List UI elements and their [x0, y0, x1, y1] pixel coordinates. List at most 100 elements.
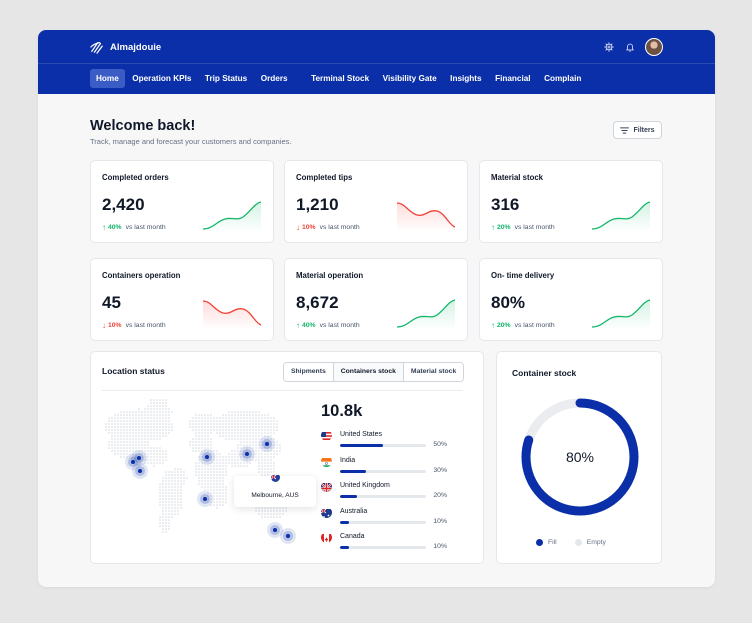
kpi-sparkline — [202, 201, 262, 232]
kpi-card[interactable]: Completed orders 2,420 ↑ 40% vs last mon… — [90, 160, 274, 243]
kpi-change-percent: 20% — [497, 322, 511, 329]
legend-empty: Empty — [574, 539, 606, 546]
gear-icon[interactable] — [603, 42, 614, 53]
map-location-marker[interactable] — [197, 491, 213, 507]
kpi-change: ↓ 10% vs last month — [296, 223, 360, 232]
location-tab-group: Shipments Containers stock Material stock — [283, 362, 465, 382]
legend-fill-swatch — [536, 539, 543, 546]
donut-percent-label: 80% — [566, 449, 594, 465]
filters-button[interactable]: Filters — [613, 121, 662, 139]
brand-logo[interactable]: Almajdouie — [90, 40, 161, 54]
sparkline-area — [592, 202, 650, 232]
kpi-compare-label: vs last month — [514, 322, 555, 329]
kpi-change: ↑ 40% vs last month — [102, 223, 166, 232]
container-stock-title: Container stock — [512, 368, 577, 378]
tab-material-stock[interactable]: Material stock — [403, 363, 464, 381]
filters-label: Filters — [633, 126, 655, 134]
location-status-card: Location status Shipments Containers stoc… — [90, 351, 484, 564]
kpi-sparkline — [202, 300, 262, 330]
map-location-marker[interactable] — [199, 449, 215, 465]
kpi-sparkline — [396, 202, 456, 232]
kpi-compare-label: vs last month — [319, 322, 360, 329]
canada-flag-icon — [321, 532, 332, 544]
main-nav: Home Operation KPIs Trip Status Orders Termi… — [90, 69, 589, 88]
bell-icon[interactable] — [624, 42, 635, 53]
arrow-down-icon: ↓ — [296, 223, 300, 232]
kpi-sparkline — [396, 299, 456, 330]
tab-financial[interactable]: Financial — [489, 69, 537, 88]
arrow-up-icon: ↑ — [491, 321, 495, 330]
logo-icon — [90, 42, 103, 54]
country-row[interactable]: United States 50% — [321, 430, 447, 456]
tab-trip-status[interactable]: Trip Status — [199, 69, 253, 88]
kpi-card[interactable]: Containers operation 45 ↓ 10% vs last mo… — [90, 258, 274, 341]
us-flag-icon — [321, 430, 332, 441]
legend-empty-swatch — [574, 539, 582, 546]
kpi-title: Completed tips — [296, 173, 353, 182]
kpi-change-percent: 20% — [497, 224, 511, 231]
country-percent: 10% — [433, 517, 447, 525]
kpi-title: On- time delivery — [491, 271, 555, 280]
tab-insights[interactable]: Insights — [444, 69, 487, 88]
arrow-up-icon: ↑ — [296, 321, 300, 330]
country-progress-bar — [340, 495, 426, 499]
kpi-change: ↑ 20% vs last month — [491, 223, 555, 232]
tab-operation-kpis[interactable]: Operation KPIs — [126, 69, 197, 88]
tab-shipments[interactable]: Shipments — [284, 363, 334, 381]
country-progress-fill — [340, 495, 358, 499]
arrow-down-icon: ↓ — [102, 321, 106, 330]
tab-terminal-stock[interactable]: Terminal Stock — [305, 69, 375, 88]
arrow-up-icon: ↑ — [491, 223, 495, 232]
tab-containers-stock[interactable]: Containers stock — [333, 363, 404, 381]
map-tooltip: Melbourne, AUS — [234, 472, 316, 507]
australia-flag-icon — [270, 472, 281, 483]
kpi-sparkline — [591, 201, 651, 232]
country-row[interactable]: India 30% — [321, 456, 447, 482]
country-name: India — [340, 456, 356, 464]
country-percent: 10% — [433, 543, 447, 551]
map-tooltip-label: Melbourne, AUS — [251, 492, 299, 499]
country-row[interactable]: Canada 10% — [321, 532, 447, 558]
sparkline-area — [203, 202, 261, 232]
kpi-compare-label: vs last month — [514, 224, 555, 231]
legend-empty-label: Empty — [586, 539, 606, 546]
arrow-up-icon: ↑ — [102, 223, 106, 232]
container-stock-donut: 80% — [521, 398, 639, 516]
country-list: United States 50% India 30% United Kingd… — [321, 430, 447, 558]
map-location-marker[interactable] — [280, 528, 296, 544]
avatar[interactable] — [645, 38, 663, 56]
tab-visibility-gate[interactable]: Visibility Gate — [377, 69, 443, 88]
top-actions — [603, 38, 663, 56]
kpi-change: ↑ 40% vs last month — [296, 321, 360, 330]
location-total: 10.8k — [321, 402, 363, 420]
map-location-marker[interactable] — [259, 436, 275, 452]
kpi-value: 80% — [491, 293, 526, 312]
kpi-compare-label: vs last month — [319, 224, 360, 231]
kpi-sparkline — [591, 299, 651, 330]
kpi-card[interactable]: Material stock 316 ↑ 20% vs last month — [479, 160, 663, 243]
page-title: Welcome back! — [90, 118, 196, 134]
kpi-change: ↑ 20% vs last month — [491, 321, 555, 330]
tab-orders[interactable]: Orders — [255, 69, 294, 88]
kpi-title: Completed orders — [102, 173, 169, 182]
country-name: United States — [340, 431, 383, 438]
tab-home[interactable]: Home — [90, 69, 125, 88]
country-row[interactable]: Australia 10% — [321, 507, 447, 533]
kpi-compare-label: vs last month — [125, 224, 166, 231]
kpi-value: 45 — [102, 293, 121, 312]
tab-complain[interactable]: Complain — [538, 69, 587, 88]
kpi-title: Containers operation — [102, 271, 181, 280]
kpi-card[interactable]: On- time delivery 80% ↑ 20% vs last mont… — [479, 258, 663, 341]
country-percent: 30% — [433, 466, 447, 474]
map-location-marker[interactable] — [239, 446, 255, 462]
sparkline-area — [592, 300, 650, 330]
country-progress-fill — [340, 546, 349, 550]
country-row[interactable]: United Kingdom 20% — [321, 481, 447, 507]
kpi-card[interactable]: Material operation 8,672 ↑ 40% vs last m… — [284, 258, 468, 341]
country-progress-fill — [340, 444, 383, 447]
page-subtitle: Track, manage and forecast your customer… — [90, 137, 292, 146]
kpi-card[interactable]: Completed tips 1,210 ↓ 10% vs last month — [284, 160, 468, 243]
map-location-marker[interactable] — [132, 463, 148, 479]
header: Almajdouie Home Operation KPIs Trip Status… — [38, 30, 715, 94]
top-bar: Almajdouie — [38, 30, 715, 63]
